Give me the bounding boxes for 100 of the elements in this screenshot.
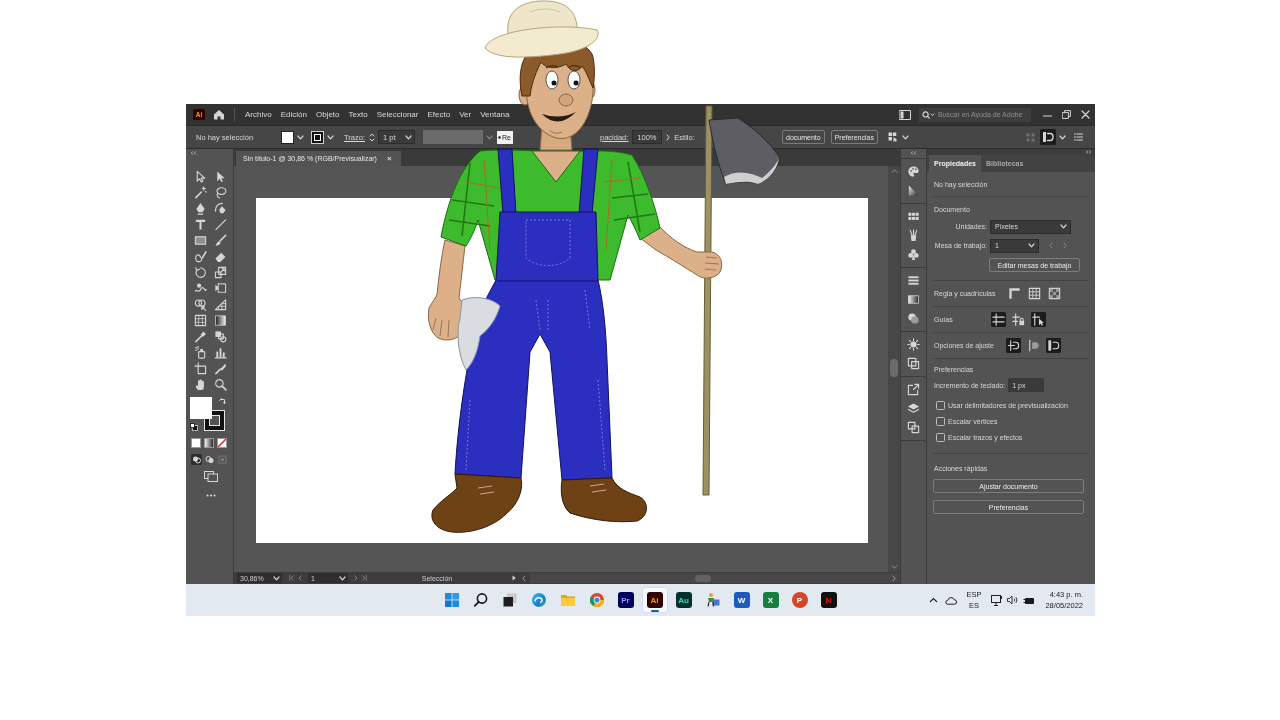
checkbox[interactable]	[936, 400, 945, 410]
rectangle-icon[interactable]	[193, 233, 207, 247]
export-icon[interactable]	[907, 383, 920, 396]
palette-icon[interactable]	[907, 165, 920, 178]
bar-chart-icon[interactable]	[213, 345, 227, 359]
previous-icon[interactable]	[298, 575, 302, 581]
type-icon[interactable]	[193, 217, 207, 231]
magic-wand-icon[interactable]	[193, 185, 207, 199]
chevron-right-icon[interactable]	[892, 574, 896, 582]
guides-lock-icon[interactable]	[1011, 312, 1026, 327]
spray-can-icon[interactable]	[193, 345, 207, 359]
triangle-gradient-icon[interactable]	[907, 184, 920, 197]
windows-logo-icon[interactable]	[443, 592, 460, 608]
restore-icon[interactable]	[1062, 110, 1071, 119]
square-stack-icon[interactable]	[907, 357, 920, 370]
fill-color-swatch[interactable]	[190, 397, 212, 419]
taskbar-app-button[interactable]: X	[757, 587, 784, 613]
layers-icon[interactable]	[907, 402, 920, 415]
warp-icon[interactable]	[193, 281, 207, 295]
free-transform-icon[interactable]	[213, 281, 227, 295]
triangle-right-icon[interactable]	[512, 575, 516, 581]
menu-item[interactable]: Efecto	[427, 110, 451, 119]
fill-swatch[interactable]	[281, 130, 294, 144]
menu-item[interactable]: Texto	[348, 110, 368, 119]
guides-icon[interactable]	[991, 312, 1006, 327]
more-tools-icon[interactable]	[206, 494, 216, 497]
menu-item[interactable]: Archivo	[245, 110, 272, 119]
swirl-icon[interactable]	[530, 592, 547, 608]
grid-cursor-icon[interactable]	[887, 132, 899, 142]
mesh-icon[interactable]	[193, 313, 207, 327]
stroke-lines-icon[interactable]	[907, 274, 920, 287]
draw-normal-icon[interactable]	[191, 454, 202, 465]
caret-up-icon[interactable]	[929, 597, 939, 603]
guides-cursor-icon[interactable]	[1031, 312, 1046, 327]
shaper-icon[interactable]	[193, 249, 207, 263]
gradient-box-icon[interactable]	[907, 293, 920, 306]
overlapping-circles-icon[interactable]	[907, 312, 920, 325]
menu-item[interactable]: Seleccionar	[376, 110, 419, 119]
screen-mode-icon[interactable]	[204, 471, 218, 482]
search-icon[interactable]	[922, 110, 935, 119]
menu-item[interactable]: Edición	[280, 110, 307, 119]
taskbar-app-button[interactable]: N	[815, 587, 842, 613]
snap-icon[interactable]	[1040, 129, 1056, 145]
brush-cup-icon[interactable]	[907, 229, 920, 242]
swap-arrow-icon[interactable]	[219, 397, 227, 405]
task-view-icon[interactable]	[501, 592, 518, 608]
perspective-grid-icon[interactable]	[213, 297, 227, 311]
next-icon[interactable]	[354, 575, 358, 581]
close-tab-button[interactable]: ×	[386, 154, 392, 163]
taskbar-app-button[interactable]: P	[786, 587, 813, 613]
scrollbar-thumb[interactable]	[890, 359, 898, 377]
menu-item[interactable]: Objeto	[315, 110, 340, 119]
no-fill-icon[interactable]	[217, 438, 227, 448]
gradient-swatch-icon[interactable]	[213, 313, 227, 327]
knife-icon[interactable]	[213, 361, 227, 375]
snap-point-icon[interactable]	[1005, 338, 1021, 353]
scale-icon[interactable]	[213, 265, 227, 279]
paintbrush-icon[interactable]	[213, 233, 227, 247]
chevron-left-icon[interactable]	[522, 574, 526, 582]
club-icon[interactable]	[907, 248, 920, 261]
blend-icon[interactable]	[213, 329, 227, 343]
cloud-icon[interactable]	[944, 595, 958, 605]
menu-item[interactable]: Ventana	[480, 110, 510, 119]
lasso-icon[interactable]	[213, 185, 227, 199]
taskbar-app-button[interactable]: W	[728, 587, 755, 613]
sun-icon[interactable]	[907, 338, 920, 351]
default-colors-icon[interactable]	[190, 423, 198, 431]
stroke-color-swatch[interactable]	[204, 410, 225, 431]
last-icon[interactable]	[362, 575, 367, 581]
home-icon[interactable]	[213, 109, 225, 120]
monitor-icon[interactable]	[991, 594, 1004, 606]
checkerboard-icon[interactable]	[1047, 286, 1063, 301]
menu-item[interactable]: Ver	[459, 110, 472, 119]
search-icon[interactable]	[472, 592, 489, 608]
eyedropper-icon[interactable]	[193, 329, 207, 343]
speaker-icon[interactable]	[1007, 595, 1020, 605]
snap-glyph-icon[interactable]	[1045, 338, 1061, 353]
rotate-icon[interactable]	[193, 265, 207, 279]
ring-logo-icon[interactable]	[588, 592, 605, 608]
shape-builder-icon[interactable]	[193, 297, 207, 311]
expand-icon[interactable]	[1085, 150, 1092, 154]
taskbar-app-button[interactable]: Ai	[641, 587, 668, 613]
draw-behind-icon[interactable]	[204, 454, 215, 465]
artboard-icon[interactable]	[193, 361, 207, 375]
spinner-arrows-icon[interactable]	[369, 131, 375, 143]
taskbar-app-button[interactable]: Au	[670, 587, 697, 613]
hand-icon[interactable]	[193, 377, 207, 391]
ruler-corner-icon[interactable]	[1007, 286, 1023, 301]
magnifier-icon[interactable]	[213, 377, 227, 391]
taskbar-app-button[interactable]: Pr	[612, 587, 639, 613]
line-icon[interactable]	[213, 217, 227, 231]
panel-layout-icon[interactable]	[899, 109, 911, 120]
dots-grid-icon[interactable]	[1026, 132, 1035, 142]
grid-icon[interactable]	[1027, 286, 1043, 301]
curvature-pen-icon[interactable]	[213, 201, 227, 215]
close-icon[interactable]	[1081, 110, 1090, 119]
overlapping-squares-icon[interactable]	[907, 421, 920, 434]
list-icon[interactable]	[1074, 133, 1083, 141]
battery-icon[interactable]	[1023, 595, 1036, 605]
first-icon[interactable]	[289, 575, 294, 581]
